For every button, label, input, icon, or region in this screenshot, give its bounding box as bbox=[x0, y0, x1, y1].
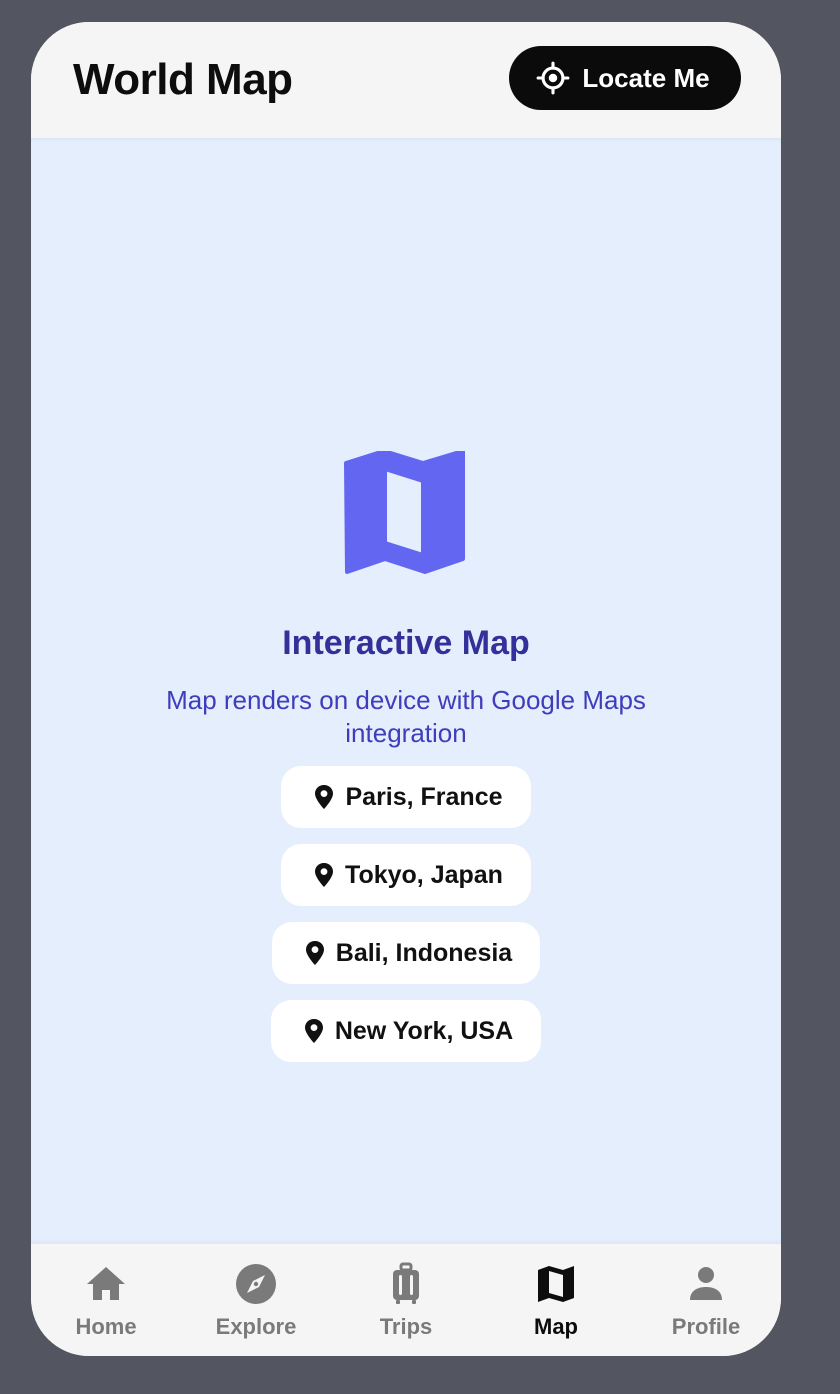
page-title: World Map bbox=[73, 55, 293, 104]
tab-home[interactable]: Home bbox=[31, 1244, 181, 1340]
tab-label: Map bbox=[534, 1314, 578, 1339]
locate-me-label: Locate Me bbox=[582, 62, 710, 93]
tab-label: Explore bbox=[215, 1314, 297, 1339]
tab-trips[interactable]: Trips bbox=[331, 1244, 481, 1340]
pin-icon bbox=[315, 785, 334, 809]
tab-label: Trips bbox=[379, 1314, 433, 1339]
pin-icon bbox=[315, 863, 334, 887]
location-chip-tokyo[interactable]: Tokyo, Japan bbox=[281, 844, 531, 906]
home-icon bbox=[87, 1267, 125, 1300]
map-icon bbox=[343, 451, 469, 577]
pin-icon bbox=[305, 941, 324, 965]
map-title: Interactive Map bbox=[282, 624, 530, 662]
map-placeholder[interactable]: Interactive Map Map renders on device wi… bbox=[31, 138, 781, 1244]
person-icon bbox=[690, 1267, 722, 1300]
tab-explore[interactable]: Explore bbox=[181, 1244, 331, 1340]
crosshair-icon bbox=[536, 61, 570, 95]
tab-label: Profile bbox=[671, 1314, 741, 1339]
luggage-icon bbox=[393, 1262, 419, 1304]
bottom-tab-bar: Home Explore Trips Map Profile bbox=[31, 1244, 781, 1356]
location-chip-bali[interactable]: Bali, Indonesia bbox=[271, 922, 541, 984]
location-chip-new-york[interactable]: New York, USA bbox=[270, 1000, 542, 1062]
location-chip-paris[interactable]: Paris, France bbox=[281, 766, 531, 828]
map-subtitle: Map renders on device with Google Maps i… bbox=[166, 685, 646, 748]
location-label: Paris, France bbox=[345, 782, 503, 811]
compass-icon bbox=[236, 1264, 276, 1304]
tab-label: Home bbox=[75, 1314, 137, 1339]
tab-map[interactable]: Map bbox=[481, 1244, 631, 1340]
tab-profile[interactable]: Profile bbox=[631, 1244, 781, 1340]
map-icon bbox=[538, 1266, 574, 1302]
location-label: New York, USA bbox=[334, 1016, 514, 1045]
location-label: Bali, Indonesia bbox=[335, 938, 513, 967]
phone-screen: World Map Locate Me Interactive Map Map … bbox=[31, 22, 781, 1356]
location-label: Tokyo, Japan bbox=[345, 860, 503, 889]
header: World Map Locate Me bbox=[31, 22, 781, 138]
location-list: Paris, France Tokyo, Japan Bali, Indones… bbox=[31, 766, 781, 1062]
pin-icon bbox=[304, 1019, 323, 1043]
locate-me-button[interactable]: Locate Me bbox=[509, 46, 741, 110]
